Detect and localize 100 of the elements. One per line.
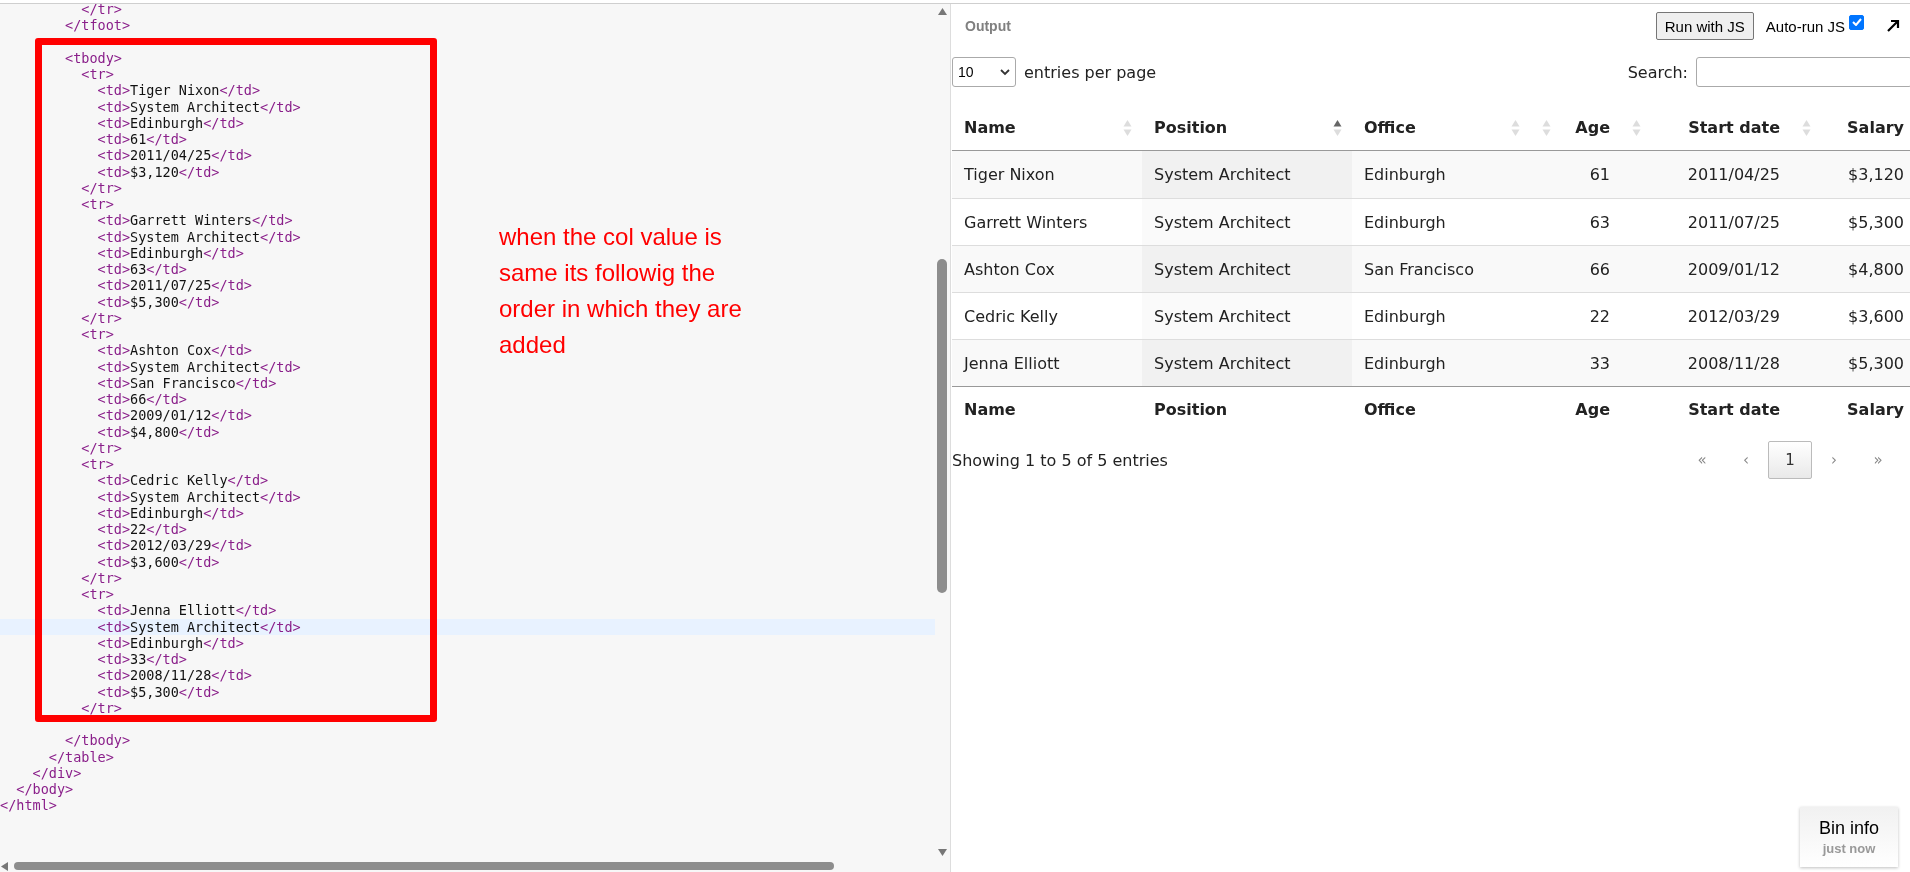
table-cell: Tiger Nixon (952, 151, 1142, 198)
code-line: <td>$5,300</td> (96, 293, 220, 310)
expand-arrow-icon[interactable] (1886, 19, 1900, 33)
code-line: <td>Edinburgh</td> (96, 634, 244, 651)
scroll-down-arrow-icon[interactable] (938, 849, 947, 856)
column-header[interactable]: Name (964, 118, 1016, 137)
code-line: <td>San Francisco</td> (96, 374, 277, 391)
code-line: <td>Cedric Kelly</td> (96, 472, 269, 489)
table-cell: System Architect (1142, 245, 1352, 292)
code-line: <td>Garrett Winters</td> (96, 212, 293, 229)
code-line: <td>System Architect</td> (96, 98, 301, 115)
annotation-note: when the col value is same its followig the order in which they are added (499, 222, 743, 360)
code-line: <tr> (80, 196, 114, 213)
code-line: <td>Edinburgh</td> (96, 114, 244, 131)
code-line: </tr> (80, 179, 122, 196)
code-line: </tr> (80, 569, 122, 586)
code-line: <td>2012/03/29</td> (96, 537, 252, 554)
column-header[interactable]: Office (1364, 118, 1416, 137)
code-line: <td>66</td> (96, 391, 187, 408)
auto-run-checkbox[interactable] (1849, 14, 1864, 30)
column-header[interactable]: Salary (1847, 118, 1904, 137)
entries-info: Showing 1 to 5 of 5 entries (952, 450, 1168, 470)
code-line: <td>System Architect</td> (96, 228, 301, 245)
code-line: <td>2009/01/12</td> (96, 407, 252, 424)
table-cell: Edinburgh (1352, 339, 1530, 386)
code-line: <td>Ashton Cox</td> (96, 342, 252, 359)
code-line: </tr> (80, 309, 122, 326)
footer-cell: Name (952, 386, 1142, 432)
scroll-up-arrow-icon[interactable] (938, 8, 947, 15)
table-cell: 2011/04/25 (1620, 151, 1790, 198)
code-line: <tr> (80, 456, 114, 473)
table-cell: 33 (1530, 339, 1620, 386)
code-line: </tr> (80, 439, 122, 456)
column-header[interactable]: Age (1575, 118, 1610, 137)
table-cell: System Architect (1142, 151, 1352, 198)
code-line: <tr> (80, 326, 114, 343)
code-line: <td>2008/11/28</td> (96, 667, 252, 684)
code-line: <td>Edinburgh</td> (96, 244, 244, 261)
table-cell: San Francisco (1352, 245, 1530, 292)
code-line: <td>61</td> (96, 131, 187, 148)
code-line: </div> (31, 764, 82, 781)
output-title: Output (965, 18, 1012, 34)
code-line: <td>Tiger Nixon</td> (96, 82, 261, 99)
auto-run-label: Auto-run JS (1765, 17, 1845, 35)
code-line: <td>Jenna Elliott</td> (96, 602, 277, 619)
code-line: <td>$3,600</td> (96, 553, 220, 570)
horizontal-scrollbar-thumb[interactable] (14, 862, 834, 870)
code-line: <td>$3,120</td> (96, 163, 220, 180)
footer-cell: Position (1142, 386, 1352, 432)
pagination-button[interactable]: 1 (1768, 441, 1812, 479)
table-cell: 66 (1530, 245, 1620, 292)
code-line: </tr> (80, 1, 122, 18)
column-header[interactable]: Position (1154, 118, 1228, 137)
code-line: <td>33</td> (96, 651, 187, 668)
table-cell: $4,800 (1790, 245, 1910, 292)
code-line: <td>Edinburgh</td> (96, 504, 244, 521)
code-line: <td>63</td> (96, 261, 187, 278)
code-line: </tbody> (64, 732, 131, 749)
table-cell: $5,300 (1790, 339, 1910, 386)
table-cell: 61 (1530, 151, 1620, 198)
table-cell: System Architect (1142, 292, 1352, 339)
column-header[interactable]: Start date (1688, 118, 1780, 137)
search-field[interactable] (1696, 57, 1910, 87)
code-line: <td>$5,300</td> (96, 683, 220, 700)
code-line: <tr> (80, 586, 114, 603)
code-line: <td>System Architect</td> (96, 358, 301, 375)
code-line: <td>2011/07/25</td> (96, 277, 252, 294)
table-cell: System Architect (1142, 339, 1352, 386)
bin-info-time: just now (1822, 841, 1876, 856)
run-button[interactable]: Run with JS (1655, 12, 1754, 40)
footer-cell: Start date (1620, 386, 1790, 432)
search-label: Search: (1627, 62, 1688, 82)
table-cell: Edinburgh (1352, 151, 1530, 198)
code-line: <td>$4,800</td> (96, 423, 220, 440)
table-cell: Ashton Cox (952, 245, 1142, 292)
sort-icon[interactable] (1333, 118, 1342, 137)
vertical-scrollbar-thumb[interactable] (937, 259, 947, 593)
code-line: </body> (15, 781, 74, 798)
code-line: </tfoot> (64, 17, 131, 34)
code-line: <td>System Architect</td> (96, 488, 301, 505)
scroll-left-arrow-icon[interactable] (1, 862, 8, 871)
bin-info-title: Bin info (1818, 818, 1879, 839)
table-cell: 2008/11/28 (1620, 339, 1790, 386)
code-line: </tr> (80, 699, 122, 716)
footer-cell: Age (1530, 386, 1620, 432)
table-cell: System Architect (1142, 198, 1352, 245)
chevron-down-icon (1000, 68, 1010, 76)
code-line: <tbody> (64, 49, 122, 66)
table-cell: $3,120 (1790, 151, 1910, 198)
footer-cell: Office (1352, 386, 1530, 432)
entries-label: entries per page (1024, 62, 1157, 82)
entries-select[interactable]: 10 (952, 57, 1016, 87)
bin-info-panel[interactable]: Bin info just now (1800, 807, 1898, 867)
code-line: <td>2011/04/25</td> (96, 147, 252, 164)
code-line: <td>22</td> (96, 521, 187, 538)
code-line: </html> (0, 797, 57, 814)
table-cell: 2009/01/12 (1620, 245, 1790, 292)
code-line: <tr> (80, 66, 114, 83)
table-cell: Jenna Elliott (952, 339, 1142, 386)
code-line: </table> (47, 748, 114, 765)
